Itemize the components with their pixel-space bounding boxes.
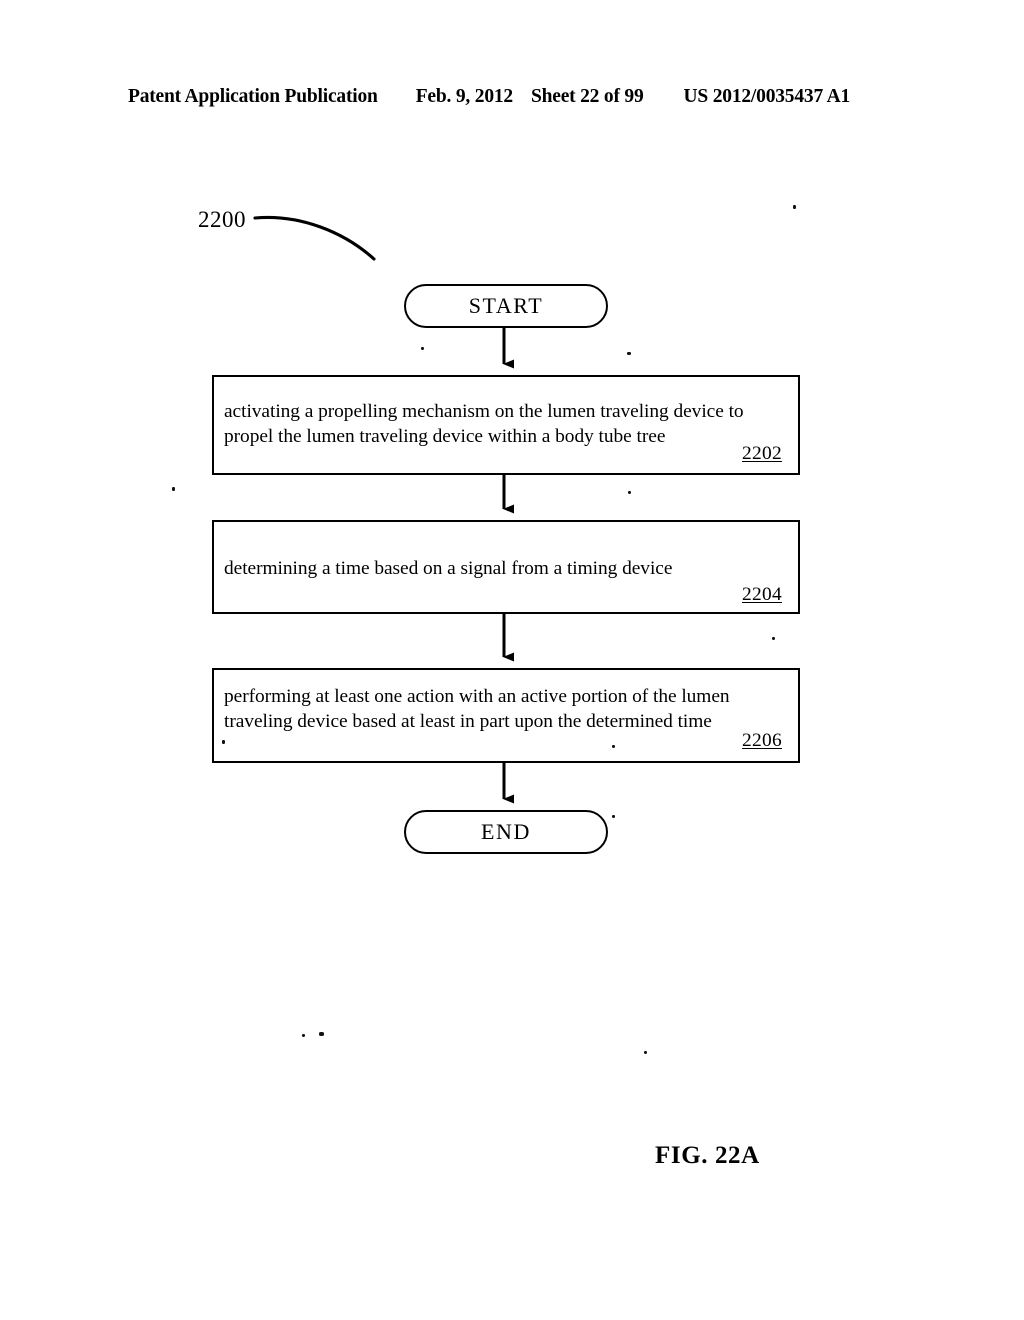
flow-node-step-2202-label: activating a propelling mechanism on the…: [224, 401, 744, 447]
flow-node-step-2206-label: performing at least one action with an a…: [224, 686, 730, 732]
diagram-reference-numeral: 2200: [198, 207, 246, 232]
flow-node-step-2204-reference: 2204: [742, 584, 782, 605]
flow-node-step-2204: determining a time based on a signal fro…: [212, 520, 800, 614]
scan-speck: [612, 745, 615, 748]
flow-node-step-2206: performing at least one action with an a…: [212, 668, 800, 763]
flow-node-start-label: START: [468, 293, 544, 318]
scan-speck: [222, 740, 225, 744]
scan-speck: [172, 487, 175, 491]
flow-node-end: END: [404, 810, 608, 854]
flow-node-end-label: END: [480, 819, 531, 844]
figure-caption: FIG. 22A: [655, 1142, 760, 1169]
scan-speck: [772, 637, 775, 640]
scan-speck: [628, 491, 631, 494]
flow-node-step-2206-reference: 2206: [742, 730, 782, 751]
flow-node-start: START: [404, 284, 608, 328]
flowchart-connectors: [253, 215, 514, 804]
reference-leader-curve: [253, 215, 376, 261]
scan-speck: [302, 1034, 305, 1037]
scan-speck: [612, 815, 615, 818]
scan-speck: [421, 347, 424, 350]
scan-speck: [627, 352, 631, 355]
flow-node-step-2204-label: determining a time based on a signal fro…: [224, 558, 673, 579]
scan-speck: [644, 1051, 647, 1054]
flow-node-step-2202: activating a propelling mechanism on the…: [212, 375, 800, 475]
scan-speck: [793, 205, 796, 209]
flow-node-step-2202-reference: 2202: [742, 443, 782, 464]
figure-canvas: 2200 START activating a propelling mecha…: [0, 0, 1024, 1320]
scan-speck: [319, 1032, 324, 1036]
